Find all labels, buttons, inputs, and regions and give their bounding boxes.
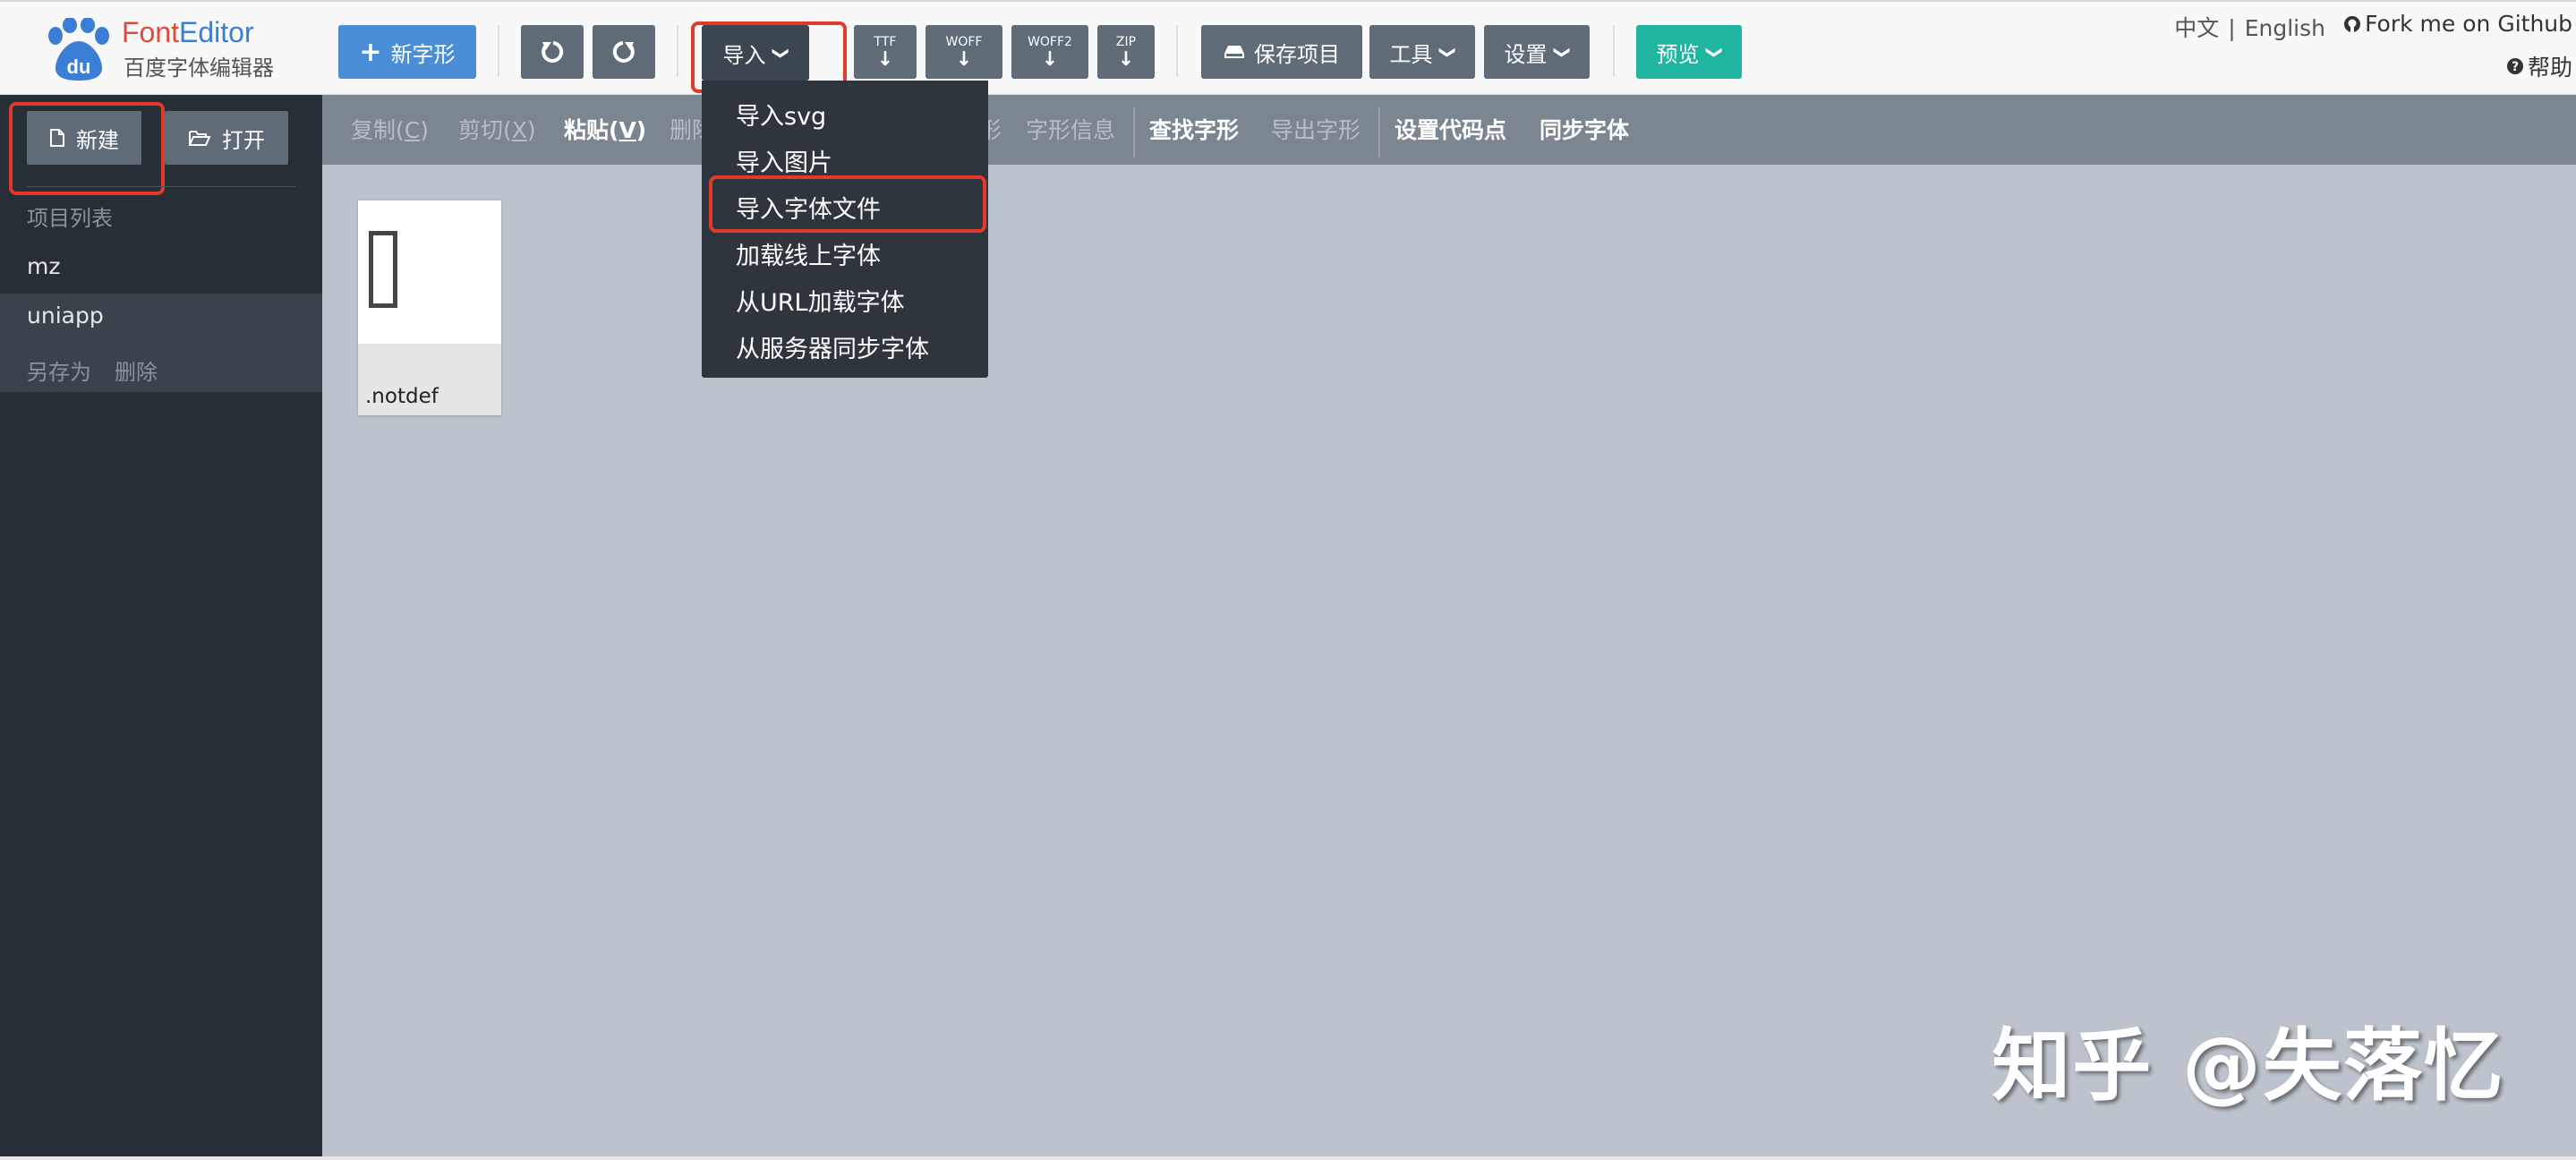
download-arrow-icon: ↓ — [1041, 48, 1059, 71]
export-glyph-button[interactable]: 导出字形 — [1271, 113, 1361, 145]
edit-toolbar-separator — [1133, 107, 1135, 158]
undo-icon — [542, 41, 564, 63]
redo-button[interactable] — [593, 25, 655, 79]
download-arrow-icon: ↓ — [1117, 48, 1135, 71]
project-list-label: 项目列表 — [27, 206, 113, 231]
hdd-icon — [1224, 46, 1244, 58]
glyph-info-button[interactable]: 字形信息 — [1026, 113, 1115, 145]
set-codepoint-button[interactable]: 设置代码点 — [1395, 113, 1506, 145]
svg-text:?: ? — [2512, 60, 2519, 74]
save-as-link[interactable]: 另存为 — [27, 354, 91, 386]
save-project-button[interactable]: 保存项目 — [1201, 25, 1362, 79]
logo-badge-text: du — [67, 55, 91, 78]
lang-zh-link[interactable]: 中文 — [2174, 15, 2219, 41]
notdef-glyph-preview — [369, 231, 397, 308]
download-arrow-icon: ↓ — [955, 48, 973, 71]
github-icon — [2344, 15, 2361, 32]
cut-button[interactable]: 剪切(X) — [458, 113, 536, 145]
copy-button[interactable]: 复制(C) — [351, 113, 429, 145]
chevron-down-icon: ❯ — [1553, 45, 1573, 59]
undo-button[interactable] — [521, 25, 584, 79]
project-item-label: uniapp — [27, 303, 104, 328]
menu-item-import-font-file[interactable]: 导入字体文件 — [736, 190, 881, 225]
new-glyph-button[interactable]: + 新字形 — [338, 25, 476, 79]
toolbar-separator — [677, 25, 678, 77]
export-woff-button[interactable]: WOFF ↓ — [925, 25, 1002, 79]
toolbar-separator — [1613, 25, 1615, 77]
logo-subtitle: 百度字体编辑器 — [124, 55, 274, 81]
export-woff2-button[interactable]: WOFF2 ↓ — [1011, 25, 1088, 79]
menu-item-import-image[interactable]: 导入图片 — [736, 143, 832, 178]
question-circle-icon: ? — [2506, 58, 2523, 74]
menu-item-sync-from-server[interactable]: 从服务器同步字体 — [736, 329, 929, 364]
plus-icon: + — [359, 36, 382, 68]
export-zip-button[interactable]: ZIP ↓ — [1097, 25, 1155, 79]
edit-toolbar-separator — [1378, 107, 1380, 158]
paste-button[interactable]: 粘贴(V) — [564, 113, 646, 145]
help-link[interactable]: ? 帮助 — [2506, 50, 2572, 82]
bottom-border — [0, 1156, 2576, 1160]
import-dropdown-button[interactable]: 导入 ❯ — [702, 25, 809, 81]
folder-open-icon — [189, 131, 211, 146]
toolbar-separator — [498, 25, 499, 77]
project-item-mz[interactable]: mz — [0, 240, 322, 292]
baidu-paw-logo-icon: du — [48, 18, 109, 81]
redo-icon — [612, 41, 635, 63]
sync-font-button[interactable]: 同步字体 — [1540, 113, 1629, 145]
tools-dropdown-button[interactable]: 工具 ❯ — [1369, 25, 1475, 79]
settings-dropdown-button[interactable]: 设置 ❯ — [1484, 25, 1590, 79]
preview-dropdown-button[interactable]: 预览 ❯ — [1636, 25, 1742, 79]
delete-project-link[interactable]: 删除 — [115, 354, 158, 386]
watermark: 知乎 @失落忆 — [1992, 1019, 2504, 1112]
glyph-name: .notdef — [365, 385, 439, 408]
chevron-down-icon: ❯ — [1438, 45, 1458, 59]
find-glyph-button[interactable]: 查找字形 — [1149, 113, 1239, 145]
chevron-down-icon: ❯ — [1705, 45, 1725, 59]
language-switcher: 中文 | English — [2174, 15, 2325, 41]
lang-en-link[interactable]: English — [2245, 15, 2325, 41]
menu-item-load-online-font[interactable]: 加载线上字体 — [736, 236, 881, 271]
fork-github-link[interactable]: Fork me on Github — [2343, 11, 2572, 37]
chevron-down-icon: ❯ — [772, 46, 791, 60]
logo-title: FontEditor — [122, 16, 254, 48]
download-arrow-icon: ↓ — [876, 48, 894, 71]
new-project-button[interactable]: 新建 — [27, 111, 141, 165]
sidebar-divider — [27, 186, 295, 187]
menu-item-import-svg[interactable]: 导入svg — [736, 97, 826, 132]
toolbar-separator — [1176, 25, 1178, 77]
menu-item-load-font-from-url[interactable]: 从URL加载字体 — [736, 283, 905, 318]
file-icon — [50, 129, 64, 147]
open-project-button[interactable]: 打开 — [165, 111, 288, 165]
export-ttf-button[interactable]: TTF ↓ — [854, 25, 917, 79]
